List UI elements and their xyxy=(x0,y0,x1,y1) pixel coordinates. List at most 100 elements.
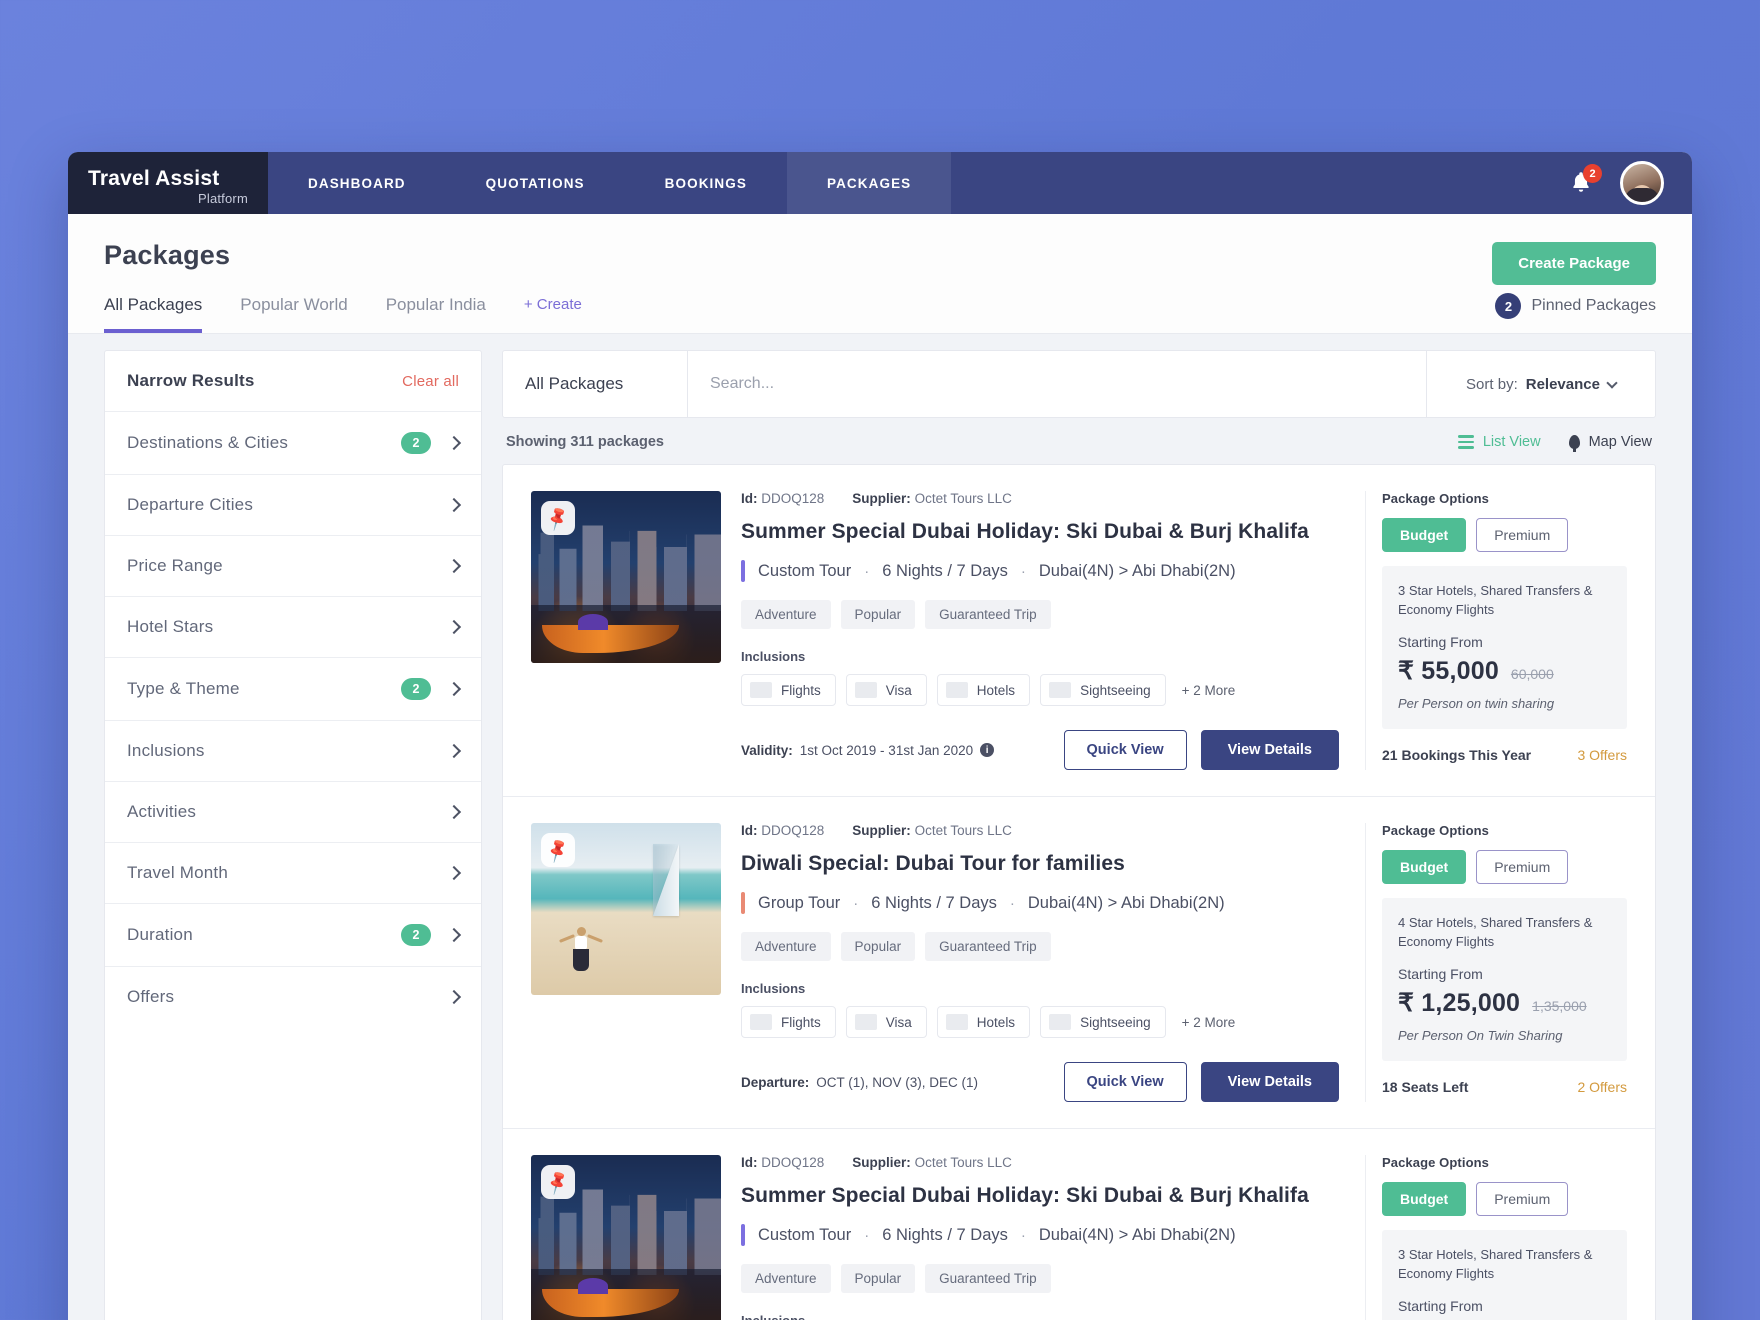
price-box: 4 Star Hotels, Shared Transfers & Econom… xyxy=(1382,898,1627,1061)
quick-view-button[interactable]: Quick View xyxy=(1063,1062,1187,1102)
inclusion-chip-hotels[interactable]: Hotels xyxy=(936,674,1031,706)
budget-option-button[interactable]: Budget xyxy=(1382,1182,1467,1216)
inclusions-label: Inclusions xyxy=(741,649,806,664)
sidebar-item-type-theme[interactable]: Type & Theme 2 xyxy=(105,658,481,721)
price-row: ₹ 55,000 60,000 xyxy=(1398,656,1611,686)
sidebar-item-travel-month[interactable]: Travel Month xyxy=(105,843,481,904)
pinned-packages-label: Pinned Packages xyxy=(1531,297,1656,314)
sidebar-item-departure-cities[interactable]: Departure Cities xyxy=(105,475,481,536)
logo-subtitle: Platform xyxy=(197,191,248,207)
sidebar-item-label: Price Range xyxy=(127,556,223,575)
supplier-label: Supplier: xyxy=(852,823,911,838)
inclusion-chip-hotels[interactable]: Hotels xyxy=(936,1006,1031,1038)
package-subline: Custom Tour · 6 Nights / 7 Days · Dubai(… xyxy=(741,560,1339,582)
sidebar-item-activities[interactable]: Activities xyxy=(105,782,481,843)
info-icon[interactable]: i xyxy=(980,743,995,757)
package-thumbnail-wrap: 📌 xyxy=(531,823,721,1102)
package-option-buttons: Budget Premium xyxy=(1382,518,1627,552)
nav-item-bookings[interactable]: BOOKINGS xyxy=(625,152,787,214)
inclusion-chip-sightseeing[interactable]: Sightseeing xyxy=(1040,674,1166,706)
package-title[interactable]: Summer Special Dubai Holiday: Ski Dubai … xyxy=(741,1184,1339,1208)
sort-value: Relevance xyxy=(1525,375,1600,393)
flight-icon xyxy=(750,682,772,698)
boat-shape xyxy=(542,1277,680,1317)
nav-item-dashboard[interactable]: DASHBOARD xyxy=(268,152,446,214)
validity-row: Validity: 1st Oct 2019 - 31st Jan 2020 i xyxy=(741,743,995,758)
search-input[interactable] xyxy=(710,375,1404,393)
view-details-button[interactable]: View Details xyxy=(1200,1062,1339,1102)
package-card-main: Id: DDOQ128 Supplier: Octet Tours LLC Su… xyxy=(741,491,1345,770)
inclusion-chip-visa[interactable]: Visa xyxy=(845,674,927,706)
app-logo[interactable]: Travel Assist Platform xyxy=(68,152,268,214)
view-details-button[interactable]: View Details xyxy=(1200,730,1339,770)
starting-from-label: Starting From xyxy=(1398,633,1483,650)
package-list: 📌 Id: DDOQ128 Supplier: Octet Tours LLC … xyxy=(502,464,1656,1320)
tab-create[interactable]: + Create xyxy=(524,296,582,333)
sidebar-item-offers[interactable]: Offers xyxy=(105,967,481,1027)
app-window: Travel Assist Platform DASHBOARD QUOTATI… xyxy=(68,152,1692,1320)
package-id: Id: DDOQ128 xyxy=(741,823,824,838)
package-card-main: Id: DDOQ128 Supplier: Octet Tours LLC Di… xyxy=(741,823,1345,1102)
sort-dropdown[interactable]: Sort by: Relevance xyxy=(1427,351,1655,417)
budget-option-button[interactable]: Budget xyxy=(1382,518,1467,552)
package-title[interactable]: Summer Special Dubai Holiday: Ski Dubai … xyxy=(741,520,1339,544)
nav-item-packages[interactable]: PACKAGES xyxy=(786,152,952,214)
package-stats-row: 18 Seats Left 2 Offers xyxy=(1382,1079,1627,1095)
package-card: 📌 Id: DDOQ128 Supplier: Octet Tours LLC … xyxy=(503,1129,1655,1320)
inclusion-chip-sightseeing[interactable]: Sightseeing xyxy=(1040,1006,1166,1038)
results-panel: All Packages Sort by: Relevance Showing … xyxy=(502,350,1656,1320)
sidebar-item-price-range[interactable]: Price Range xyxy=(105,536,481,597)
pin-package-button[interactable]: 📌 xyxy=(541,501,575,535)
hotel-icon xyxy=(945,1014,968,1030)
price-row: ₹ 1,25,000 1,35,000 xyxy=(1398,988,1611,1018)
sidebar-item-inclusions[interactable]: Inclusions xyxy=(105,721,481,782)
sidebar-item-destinations-cities[interactable]: Destinations & Cities 2 xyxy=(105,412,481,475)
list-view-toggle[interactable]: List View xyxy=(1457,434,1541,450)
offers-count[interactable]: 2 Offers xyxy=(1577,1079,1627,1095)
id-value: DDOQ128 xyxy=(761,1155,825,1170)
route: Dubai(4N) > Abi Dhabi(2N) xyxy=(1038,1225,1236,1244)
budget-option-button[interactable]: Budget xyxy=(1382,850,1467,884)
tag-adventure: Adventure xyxy=(741,600,831,629)
quick-view-button[interactable]: Quick View xyxy=(1063,730,1187,770)
sidebar-item-duration[interactable]: Duration 2 xyxy=(105,904,481,967)
map-view-toggle[interactable]: Map View xyxy=(1568,434,1652,452)
card-action-buttons: Quick View View Details xyxy=(1063,730,1339,770)
sidebar-item-hotel-stars[interactable]: Hotel Stars xyxy=(105,597,481,658)
inclusions-row: Flights Visa Hotels Sightseeing + 2 More xyxy=(741,674,1339,706)
inclusion-label: Hotels xyxy=(976,682,1016,698)
tag-guaranteed-trip: Guaranteed Trip xyxy=(925,1264,1051,1293)
create-package-button[interactable]: Create Package xyxy=(1492,242,1656,285)
supplier-value: Octet Tours LLC xyxy=(914,1155,1012,1170)
premium-option-button[interactable]: Premium xyxy=(1476,518,1569,552)
pin-package-button[interactable]: 📌 xyxy=(541,833,575,867)
inclusions-more[interactable]: + 2 More xyxy=(1182,683,1236,698)
offers-count[interactable]: 3 Offers xyxy=(1577,747,1627,763)
inclusion-chip-visa[interactable]: Visa xyxy=(845,1006,927,1038)
notifications-button[interactable]: 2 xyxy=(1568,164,1602,198)
tab-popular-world[interactable]: Popular World xyxy=(240,295,347,333)
nav-item-quotations[interactable]: QUOTATIONS xyxy=(446,152,625,214)
package-title[interactable]: Diwali Special: Dubai Tour for families xyxy=(741,852,1339,876)
pinned-packages[interactable]: 2 Pinned Packages xyxy=(1495,293,1656,319)
premium-option-button[interactable]: Premium xyxy=(1476,850,1569,884)
nav-right-actions: 2 xyxy=(1568,152,1692,214)
pin-package-button[interactable]: 📌 xyxy=(541,1165,575,1199)
package-option-buttons: Budget Premium xyxy=(1382,850,1627,884)
tab-all-packages[interactable]: All Packages xyxy=(104,295,203,333)
chevron-right-icon xyxy=(446,497,462,513)
results-toolbar: All Packages Sort by: Relevance xyxy=(502,350,1656,418)
list-icon xyxy=(1457,435,1474,449)
sidebar-item-label: Duration xyxy=(127,925,193,944)
tab-popular-india[interactable]: Popular India xyxy=(386,295,486,333)
inclusion-chip-flights[interactable]: Flights xyxy=(741,1006,836,1038)
clear-all-button[interactable]: Clear all xyxy=(402,373,459,390)
inclusion-label: Visa xyxy=(885,1014,912,1030)
narrow-results-title: Narrow Results xyxy=(127,371,255,390)
inclusions-more[interactable]: + 2 More xyxy=(1182,1015,1236,1030)
burj-al-arab-shape xyxy=(653,843,680,916)
departure-row: Departure: OCT (1), NOV (3), DEC (1) xyxy=(741,1075,978,1090)
premium-option-button[interactable]: Premium xyxy=(1476,1182,1569,1216)
avatar[interactable] xyxy=(1620,161,1664,205)
inclusion-chip-flights[interactable]: Flights xyxy=(741,674,836,706)
